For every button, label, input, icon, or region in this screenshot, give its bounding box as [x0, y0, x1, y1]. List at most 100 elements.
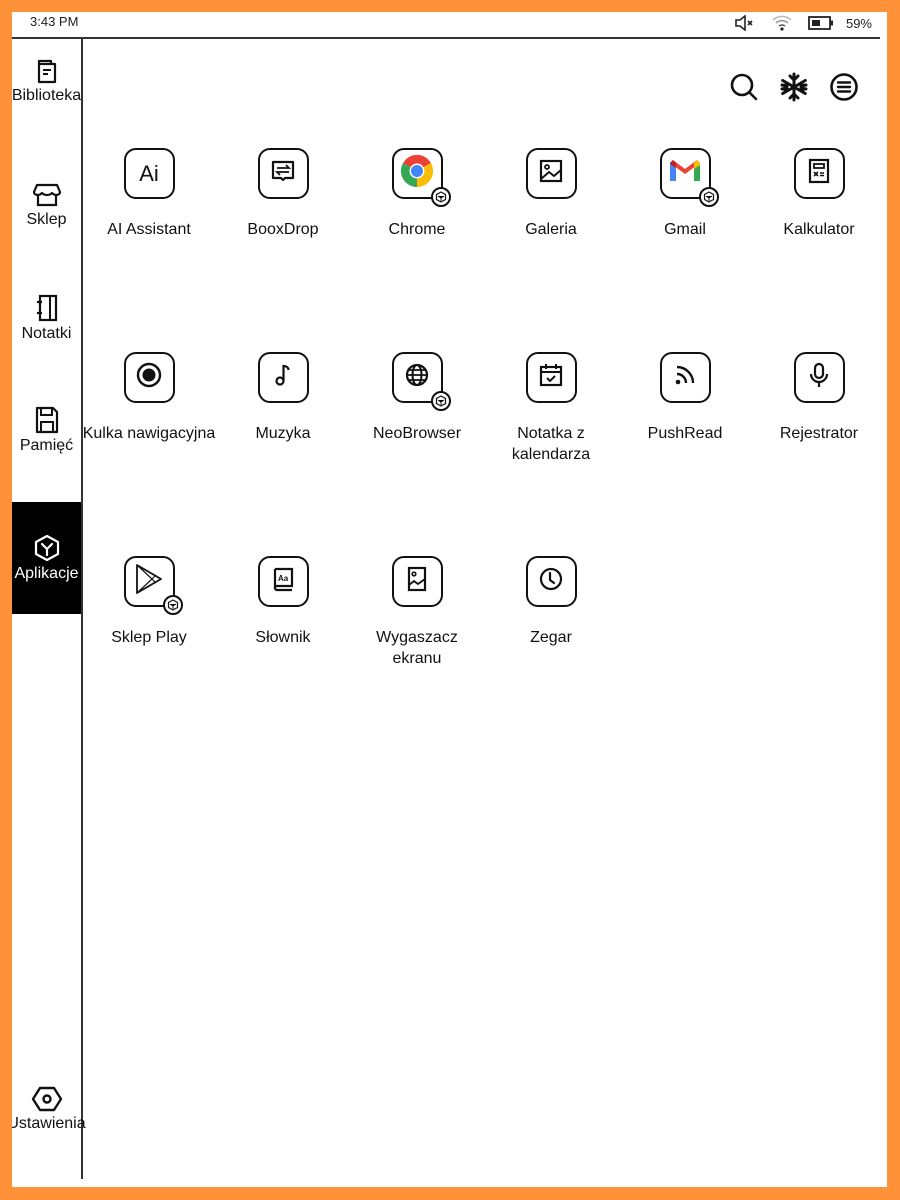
status-icons: 59%	[734, 12, 872, 34]
app-icon-frame	[123, 352, 175, 403]
app-dictionary[interactable]: Aa Słownik	[216, 556, 350, 648]
booxdrop-icon	[269, 157, 297, 190]
app-calculator[interactable]: Kalkulator	[752, 148, 886, 240]
app-label: Kulka nawigacyjna	[82, 425, 216, 442]
search-button[interactable]	[729, 72, 759, 107]
top-toolbar	[729, 72, 859, 107]
app-label: BooxDrop	[247, 221, 319, 238]
sidebar-item-label: Ustawienia	[12, 1115, 86, 1132]
app-calendar-note[interactable]: Notatka z kalendarza	[484, 352, 618, 465]
app-label: Kalkulator	[783, 221, 855, 238]
snowflake-icon	[779, 72, 809, 107]
rss-icon	[671, 361, 699, 394]
app-label: Notatka z kalendarza	[511, 425, 591, 463]
app-icon-frame	[659, 352, 711, 403]
app-icon-frame	[525, 148, 577, 199]
app-ai-assistant[interactable]: Ai AI Assistant	[82, 148, 216, 240]
library-icon	[34, 57, 60, 85]
app-icon-frame	[391, 148, 451, 207]
ai-icon: Ai	[139, 160, 159, 186]
app-label: Chrome	[388, 221, 446, 238]
app-icon-frame	[257, 148, 309, 199]
sidebar-item-label: Pamięć	[19, 437, 74, 454]
settings-hex-icon	[31, 1085, 63, 1113]
app-screensaver[interactable]: Wygaszacz ekranu	[350, 556, 484, 669]
app-chrome[interactable]: Chrome	[350, 148, 484, 240]
app-icon-frame	[123, 556, 183, 615]
sidebar-item-library[interactable]: Biblioteka	[12, 57, 81, 106]
gallery-icon	[537, 157, 565, 190]
status-time: 3:43 PM	[30, 14, 79, 29]
app-navigation-ball[interactable]: Kulka nawigacyjna	[82, 352, 216, 444]
app-icon-frame	[793, 148, 845, 199]
app-gmail[interactable]: Gmail	[618, 148, 752, 240]
app-recorder[interactable]: Rejestrator	[752, 352, 886, 444]
app-icon-frame	[659, 148, 719, 207]
volume-muted-icon	[734, 15, 756, 31]
sideload-badge-icon	[698, 187, 719, 207]
sidebar-nav: Biblioteka Sklep Notatki Pamięć Aplikacj…	[12, 39, 86, 1179]
storage-icon	[33, 405, 61, 435]
play-store-icon	[132, 562, 166, 601]
sidebar-item-label: Sklep	[26, 211, 67, 228]
app-neobrowser[interactable]: NeoBrowser	[350, 352, 484, 444]
sideload-badge-icon	[162, 595, 183, 615]
freeze-button[interactable]	[779, 72, 809, 107]
app-label: Rejestrator	[779, 425, 859, 442]
app-icon-frame	[391, 352, 451, 411]
chrome-icon	[398, 152, 436, 195]
app-play-store[interactable]: Sklep Play	[82, 556, 216, 648]
gmail-icon	[668, 157, 702, 190]
app-clock[interactable]: Zegar	[484, 556, 618, 648]
app-icon-frame: Ai	[123, 148, 175, 199]
calendar-check-icon	[537, 361, 565, 394]
apps-cube-icon	[32, 533, 62, 563]
app-icon-frame	[391, 556, 443, 607]
app-gallery[interactable]: Galeria	[484, 148, 618, 240]
sidebar-item-label: Notatki	[21, 325, 72, 342]
sideload-badge-icon	[430, 391, 451, 411]
store-icon	[32, 181, 62, 209]
app-pushread[interactable]: PushRead	[618, 352, 752, 444]
app-icon-frame: Aa	[257, 556, 309, 607]
battery-icon	[808, 16, 834, 30]
svg-text:Aa: Aa	[278, 574, 289, 583]
microphone-icon	[805, 361, 833, 394]
app-label: Wygaszacz ekranu	[376, 629, 458, 667]
app-booxdrop[interactable]: BooxDrop	[216, 148, 350, 240]
search-icon	[729, 72, 759, 107]
calculator-icon	[805, 157, 833, 190]
app-music[interactable]: Muzyka	[216, 352, 350, 444]
menu-button[interactable]	[829, 72, 859, 107]
battery-percent: 59%	[845, 15, 872, 31]
sidebar-item-apps[interactable]: Aplikacje	[12, 502, 81, 614]
notebook-icon	[33, 293, 61, 323]
app-icon-frame	[525, 556, 577, 607]
app-label: Gmail	[664, 221, 706, 238]
wifi-icon	[772, 15, 792, 31]
app-label: AI Assistant	[107, 221, 191, 238]
sideload-badge-icon	[430, 187, 451, 207]
app-label: Sklep Play	[111, 629, 187, 646]
app-icon-frame	[257, 352, 309, 403]
app-label: Zegar	[530, 629, 572, 646]
globe-icon	[403, 361, 431, 394]
status-bar: 3:43 PM 59%	[12, 12, 880, 39]
sidebar-item-settings[interactable]: Ustawienia	[12, 1085, 86, 1134]
sidebar-item-storage[interactable]: Pamięć	[12, 405, 81, 456]
device-screen: 3:43 PM 59% Biblioteka Sklep Notatki Pam…	[12, 12, 887, 1187]
clock-icon	[537, 565, 565, 598]
app-icon-frame	[793, 352, 845, 403]
sidebar-item-label: Biblioteka	[12, 87, 82, 104]
app-icon-frame	[525, 352, 577, 403]
navigation-ball-icon	[135, 361, 163, 394]
dictionary-icon: Aa	[269, 565, 297, 598]
sidebar-item-notes[interactable]: Notatki	[12, 293, 81, 344]
screensaver-icon	[403, 565, 431, 598]
sidebar-item-store[interactable]: Sklep	[12, 181, 81, 230]
app-label: Słownik	[255, 629, 311, 646]
app-label: Muzyka	[255, 425, 311, 442]
menu-circle-icon	[829, 72, 859, 107]
sidebar-item-label: Aplikacje	[14, 564, 79, 582]
app-label: NeoBrowser	[372, 425, 462, 442]
